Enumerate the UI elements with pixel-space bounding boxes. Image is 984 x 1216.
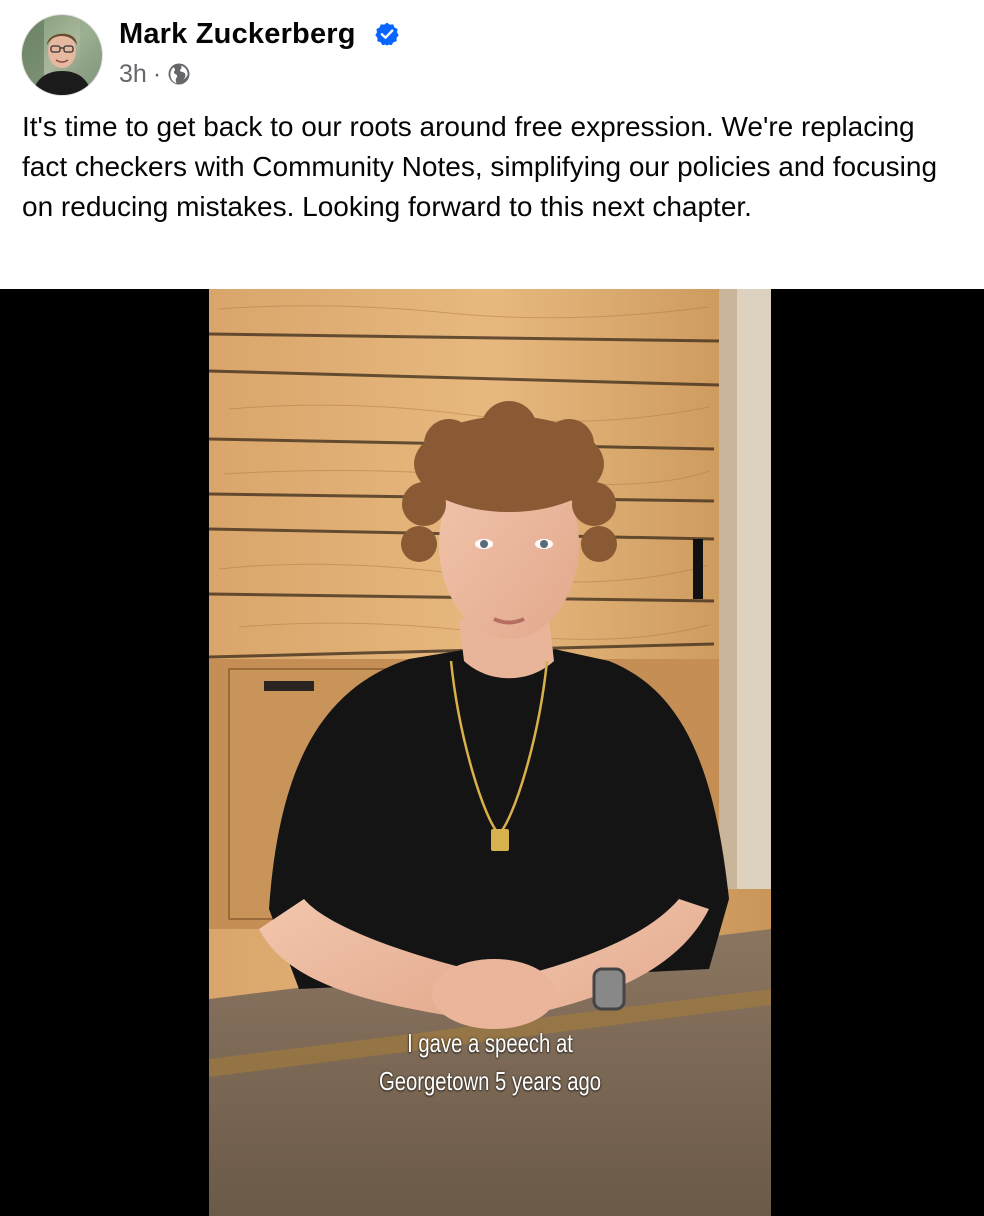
post-timestamp[interactable]: 3h: [119, 60, 147, 89]
caption-line-1: I gave a speech at: [407, 1028, 573, 1058]
globe-icon[interactable]: [167, 62, 191, 86]
post-header: Mark Zuckerberg 3h ·: [0, 0, 984, 100]
verified-badge-icon: [374, 21, 400, 47]
video-player[interactable]: I gave a speech at Georgetown 5 years ag…: [0, 289, 984, 1216]
avatar-image: [22, 15, 102, 95]
caption-line-2: Georgetown 5 years ago: [378, 1066, 602, 1096]
author-avatar[interactable]: [22, 15, 102, 95]
video-caption: I gave a speech at Georgetown 5 years ag…: [271, 1024, 709, 1100]
post-text: It's time to get back to our roots aroun…: [22, 111, 938, 222]
meta-separator: ·: [152, 59, 162, 88]
author-name[interactable]: Mark Zuckerberg: [119, 15, 356, 53]
post-meta: 3h ·: [119, 58, 191, 90]
